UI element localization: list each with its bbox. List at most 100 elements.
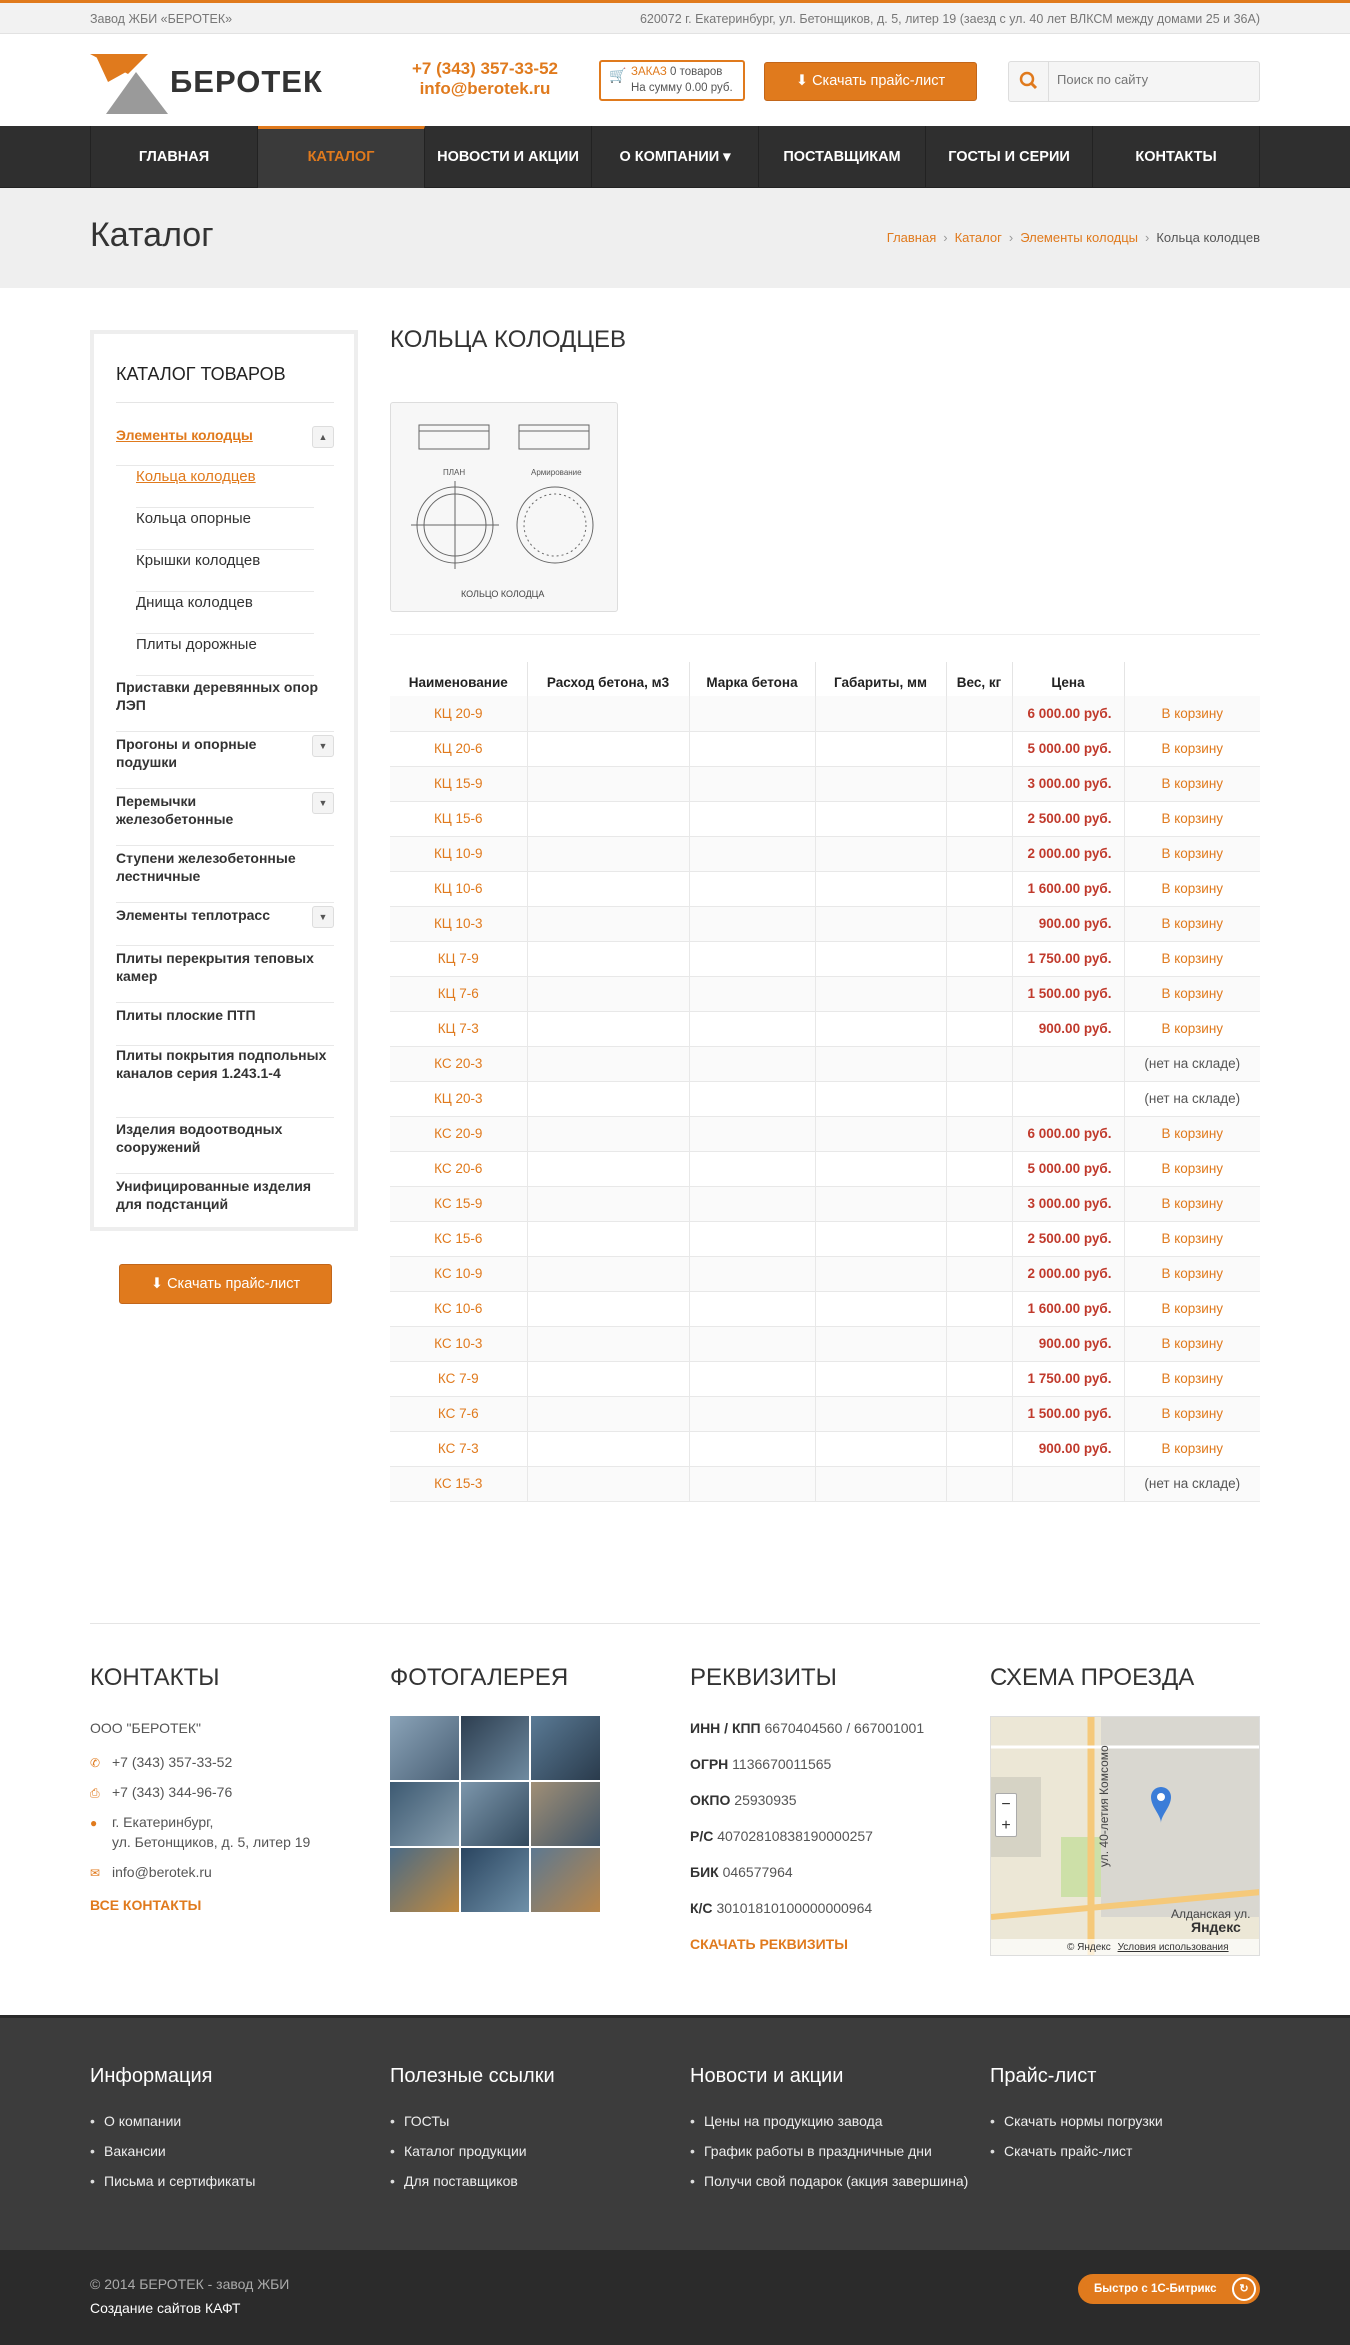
download-price-button[interactable]: ⬇ Скачать прайс-лист <box>764 62 977 101</box>
sidebar-item-covers[interactable]: Крышки колодцев <box>136 552 314 592</box>
product-name-link[interactable]: КЦ 15-9 <box>390 766 528 802</box>
footer-link[interactable]: Получи свой подарок (акция завершина) <box>690 2172 974 2190</box>
footer-link[interactable]: О компании <box>90 2112 181 2130</box>
product-name-link[interactable]: КЦ 7-6 <box>390 976 528 1012</box>
product-name-link[interactable]: КЦ 7-9 <box>390 941 528 977</box>
sidebar-item-ptp-slabs[interactable]: Плиты плоские ПТП <box>116 1006 334 1046</box>
product-name-link[interactable]: КЦ 10-9 <box>390 836 528 872</box>
sidebar-item-road-plates[interactable]: Плиты дорожные <box>136 636 314 676</box>
footer-link[interactable]: Для поставщиков <box>390 2172 518 2190</box>
nav-catalog[interactable]: Каталог <box>258 126 425 188</box>
sidebar-item-heating[interactable]: Элементы теплотрасс ▼ <box>116 906 334 946</box>
search-icon[interactable] <box>1009 62 1049 101</box>
sidebar-item-steps[interactable]: Ступени железобетонные лестничные <box>116 849 334 903</box>
add-to-cart-link[interactable]: В корзину <box>1124 1291 1260 1327</box>
product-name-link[interactable]: КС 10-3 <box>390 1326 528 1362</box>
product-name-link[interactable]: КС 15-3 <box>390 1466 528 1502</box>
footer-link[interactable]: Скачать нормы погрузки <box>990 2112 1163 2130</box>
add-to-cart-link[interactable]: В корзину <box>1124 871 1260 907</box>
product-name-link[interactable]: КЦ 10-6 <box>390 871 528 907</box>
expand-icon[interactable]: ▼ <box>312 906 334 928</box>
add-to-cart-link[interactable]: В корзину <box>1124 696 1260 732</box>
product-name-link[interactable]: КЦ 10-3 <box>390 906 528 942</box>
add-to-cart-link[interactable]: В корзину <box>1124 1116 1260 1152</box>
add-to-cart-link[interactable]: В корзину <box>1124 1011 1260 1047</box>
footer-link[interactable]: ГОСТы <box>390 2112 449 2130</box>
sidebar-item-substations[interactable]: Унифицированные изделия для подстанций <box>116 1177 334 1231</box>
cart-widget[interactable]: 🛒 ЗАКАЗ 0 товаров На сумму 0.00 руб. <box>599 60 745 101</box>
product-name-link[interactable]: КС 20-6 <box>390 1151 528 1187</box>
product-name-link[interactable]: КЦ 15-6 <box>390 801 528 837</box>
add-to-cart-link[interactable]: В корзину <box>1124 766 1260 802</box>
add-to-cart-link[interactable]: В корзину <box>1124 836 1260 872</box>
footer-link[interactable]: Вакансии <box>90 2142 166 2160</box>
product-name-link[interactable]: КЦ 20-3 <box>390 1081 528 1117</box>
add-to-cart-link[interactable]: В корзину <box>1124 1396 1260 1432</box>
nav-suppliers[interactable]: Поставщикам <box>759 126 926 188</box>
search-input[interactable] <box>1057 72 1247 87</box>
breadcrumb-catalog[interactable]: Каталог <box>955 230 1002 245</box>
expand-icon[interactable]: ▼ <box>312 735 334 757</box>
sidebar-item-purlins[interactable]: Прогоны и опорные подушки ▼ <box>116 735 334 789</box>
add-to-cart-link[interactable]: В корзину <box>1124 801 1260 837</box>
zoom-in-button[interactable]: + <box>996 1815 1016 1836</box>
footer-link[interactable]: График работы в праздничные дни <box>690 2142 932 2160</box>
sidebar-download-price-button[interactable]: ⬇ Скачать прайс-лист <box>119 1264 332 1304</box>
sidebar-item-drainage[interactable]: Изделия водоотводных сооружений <box>116 1120 334 1174</box>
expand-icon[interactable]: ▼ <box>312 792 334 814</box>
gallery-photo[interactable] <box>460 1782 530 1846</box>
location-map[interactable]: − + ул. 40-летия Комсомо Алданская ул. Я… <box>990 1716 1260 1956</box>
sidebar-item-lintels[interactable]: Перемычки железобетонные ▼ <box>116 792 334 846</box>
nav-about[interactable]: О компании ▾ <box>592 126 759 188</box>
add-to-cart-link[interactable]: В корзину <box>1124 1361 1260 1397</box>
made-by-link[interactable]: Создание сайтов КАФТ <box>90 2300 240 2316</box>
product-name-link[interactable]: КС 7-3 <box>390 1431 528 1467</box>
add-to-cart-link[interactable]: В корзину <box>1124 1326 1260 1362</box>
sidebar-item-channel-slabs[interactable]: Плиты покрытия подпольных каналов серия … <box>116 1046 334 1118</box>
footer-link[interactable]: Скачать прайс-лист <box>990 2142 1132 2160</box>
add-to-cart-link[interactable]: В корзину <box>1124 906 1260 942</box>
all-contacts-link[interactable]: ВСЕ КОНТАКТЫ <box>90 1897 201 1913</box>
product-name-link[interactable]: КС 15-9 <box>390 1186 528 1222</box>
product-name-link[interactable]: КС 20-9 <box>390 1116 528 1152</box>
product-name-link[interactable]: КС 10-6 <box>390 1291 528 1327</box>
logo[interactable]: БЕРОТЕК <box>90 52 330 116</box>
add-to-cart-link[interactable]: В корзину <box>1124 731 1260 767</box>
gallery-photo[interactable] <box>390 1782 459 1846</box>
product-name-link[interactable]: КС 7-6 <box>390 1396 528 1432</box>
gallery-photo[interactable] <box>531 1848 600 1912</box>
product-image[interactable]: ПЛАН Армирование КОЛЬЦО КОЛОДЦА <box>390 402 618 612</box>
sidebar-item-bottoms[interactable]: Днища колодцев <box>136 594 314 634</box>
download-requisites-link[interactable]: СКАЧАТЬ РЕКВИЗИТЫ <box>690 1936 848 1952</box>
bitrix-badge[interactable]: Быстро с 1С-Битрикс ↻ <box>1078 2274 1260 2304</box>
breadcrumb-section[interactable]: Элементы колодцы <box>1020 230 1138 245</box>
product-name-link[interactable]: КС 20-3 <box>390 1046 528 1082</box>
add-to-cart-link[interactable]: В корзину <box>1124 1221 1260 1257</box>
sidebar-item-support-rings[interactable]: Кольца опорные <box>136 510 314 550</box>
gallery-photo[interactable] <box>531 1716 600 1780</box>
add-to-cart-link[interactable]: В корзину <box>1124 1186 1260 1222</box>
product-name-link[interactable]: КС 7-9 <box>390 1361 528 1397</box>
nav-home[interactable]: Главная <box>91 126 258 188</box>
footer-link[interactable]: Каталог продукции <box>390 2142 527 2160</box>
footer-link[interactable]: Цены на продукцию завода <box>690 2112 882 2130</box>
nav-gost[interactable]: ГОСТы и серии <box>926 126 1093 188</box>
add-to-cart-link[interactable]: В корзину <box>1124 1431 1260 1467</box>
sidebar-item-rings[interactable]: Кольца колодцев <box>136 468 314 508</box>
add-to-cart-link[interactable]: В корзину <box>1124 941 1260 977</box>
nav-news[interactable]: Новости и акции <box>425 126 592 188</box>
gallery-photo[interactable] <box>460 1716 530 1780</box>
sidebar-item-attachments[interactable]: Приставки деревянных опор ЛЭП <box>116 678 334 732</box>
add-to-cart-link[interactable]: В корзину <box>1124 1256 1260 1292</box>
add-to-cart-link[interactable]: В корзину <box>1124 976 1260 1012</box>
sidebar-item-wells[interactable]: Элементы колодцы ▲ <box>116 426 334 466</box>
footer-link[interactable]: Письма и сертификаты <box>90 2172 255 2190</box>
sidebar-item-chamber-slabs[interactable]: Плиты перекрытия теповых камер <box>116 949 334 1003</box>
gallery-photo[interactable] <box>390 1716 459 1780</box>
zoom-out-button[interactable]: − <box>996 1794 1016 1815</box>
gallery-photo[interactable] <box>531 1782 600 1846</box>
map-terms-link[interactable]: Условия использования <box>1118 1942 1229 1953</box>
add-to-cart-link[interactable]: В корзину <box>1124 1151 1260 1187</box>
product-name-link[interactable]: КЦ 7-3 <box>390 1011 528 1047</box>
breadcrumb-home[interactable]: Главная <box>887 230 936 245</box>
